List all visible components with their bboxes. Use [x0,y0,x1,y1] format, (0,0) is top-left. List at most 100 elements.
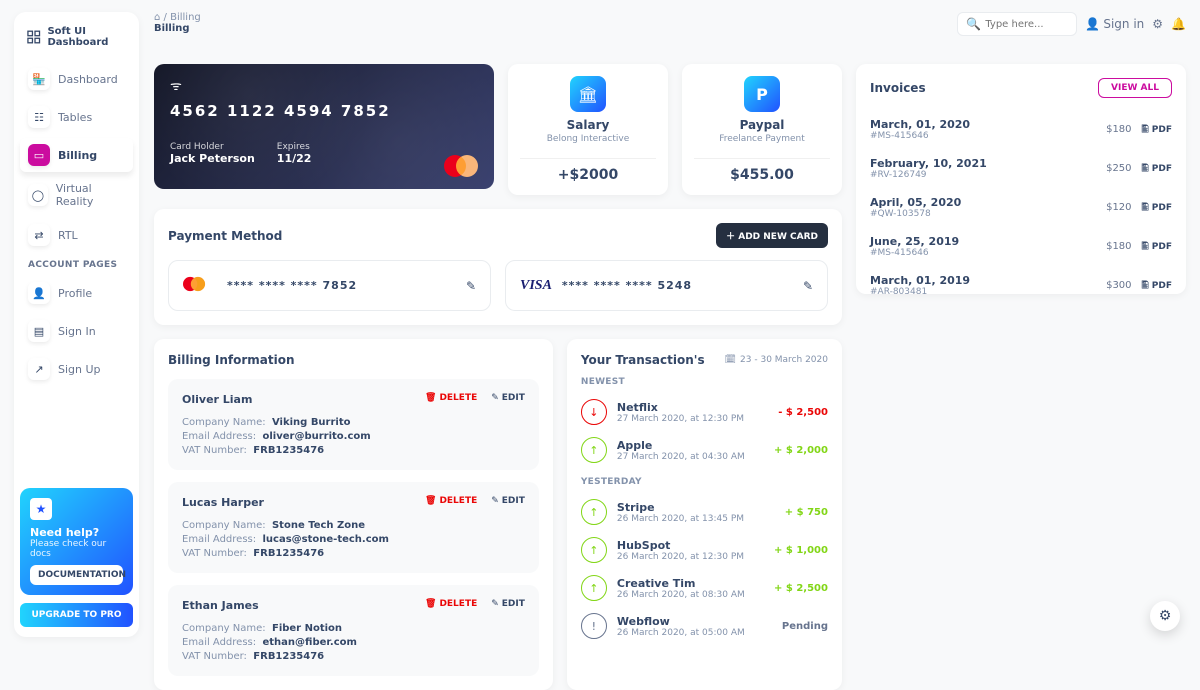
nav-heading-account: ACCOUNT PAGES [20,252,133,272]
transaction-amount: + $ 2,000 [774,445,828,456]
view-all-button[interactable]: VIEW ALL [1098,78,1172,98]
nav-account: 👤 Profile ▤ Sign In ↗ Sign Up [20,276,133,386]
pencil-icon: ✎ [491,496,499,506]
topbar: ⌂ / Billing Billing 🔍 👤 Sign in ⚙ 🔔 [154,12,1186,52]
invoice-row: March, 01, 2019 #AR-803481 $300 🖺 PDF [870,266,1172,305]
delete-button[interactable]: 🗑 DELETE [425,496,477,506]
exclamation-icon: ! [581,613,607,639]
delete-button[interactable]: 🗑 DELETE [425,599,477,609]
sidebar-item-dashboard[interactable]: 🏪 Dashboard [20,62,133,96]
invoice-date: March, 01, 2020 [870,118,970,131]
nav-label: RTL [58,229,78,242]
sidebar-item-profile[interactable]: 👤 Profile [20,276,133,310]
topbar-right: 🔍 👤 Sign in ⚙ 🔔 [957,12,1186,36]
card-expires: 11/22 [277,152,312,165]
help-sub: Please check our docs [30,539,123,559]
billing-vat: VAT Number: FRB1235476 [182,651,525,662]
calendar-icon: 🗓 [725,355,736,365]
pdf-icon: 🖺 [1142,278,1149,294]
card-masked: **** **** **** 5248 [562,279,692,292]
paypal-title: Paypal [740,118,785,132]
edit-button[interactable]: ✎ EDIT [491,393,525,403]
brand[interactable]: Soft UI Dashboard [20,22,133,58]
invoice-amount: $120 [1106,202,1131,213]
billing-info-item: Lucas Harper 🗑 DELETE ✎ EDIT Company Nam… [168,482,539,573]
billing-info-title: Billing Information [168,353,539,367]
trash-icon: 🗑 [425,599,436,609]
home-icon[interactable]: ⌂ [154,12,160,23]
invoice-pdf-link[interactable]: 🖺 PDF [1142,200,1172,216]
document-icon: ▤ [28,320,50,342]
pencil-icon: ✎ [491,599,499,609]
billing-vat: VAT Number: FRB1235476 [182,548,525,559]
salary-amount: +$2000 [520,158,656,183]
documentation-button[interactable]: DOCUMENTATION [30,565,123,585]
edit-button[interactable]: ✎ EDIT [491,496,525,506]
transaction-row: ↑ Apple 27 March 2020, at 04:30 AM + $ 2… [581,431,828,469]
settings-fab[interactable]: ⚙ [1150,601,1180,631]
mastercard-icon [444,155,478,177]
transactions-panel: Your Transaction's 🗓 23 - 30 March 2020 … [567,339,842,690]
arrow-up-icon: ↑ [581,575,607,601]
nav-label: Sign Up [58,363,101,376]
edit-card-icon[interactable]: ✎ [466,279,476,293]
rtl-icon: ⇄ [28,224,50,246]
nav-label: Billing [58,149,97,162]
invoice-date: March, 01, 2019 [870,274,970,287]
search-input[interactable] [985,19,1068,30]
sidebar-item-rtl[interactable]: ⇄ RTL [20,218,133,252]
payment-card-visa: VISA **** **** **** 5248 ✎ [505,260,828,311]
invoice-pdf-link[interactable]: 🖺 PDF [1142,278,1172,294]
transaction-when: 26 March 2020, at 08:30 AM [617,590,764,600]
settings-icon[interactable]: ⚙ [1152,17,1163,31]
invoices-title: Invoices [870,81,926,95]
bell-icon[interactable]: 🔔 [1171,17,1186,31]
breadcrumb: ⌂ / Billing Billing [154,12,201,34]
invoice-id: #RV-126749 [870,170,987,180]
sidebar-item-signin[interactable]: ▤ Sign In [20,314,133,348]
sidebar-item-billing[interactable]: ▭ Billing [20,138,133,172]
credit-card-icon: ▭ [28,144,50,166]
invoices-panel: Invoices VIEW ALL March, 01, 2020 #MS-41… [856,64,1186,294]
mastercard-icon [183,273,217,298]
transaction-row: ↑ HubSpot 26 March 2020, at 12:30 PM + $… [581,531,828,569]
edit-button[interactable]: ✎ EDIT [491,599,525,609]
page-title: Billing [154,23,201,34]
pencil-icon: ✎ [491,393,499,403]
transaction-name: Webflow [617,615,772,628]
add-new-card-button[interactable]: ＋ ADD NEW CARD [716,223,828,248]
pdf-icon: 🖺 [1142,239,1149,255]
invoice-id: #AR-803481 [870,287,970,297]
transaction-row: ↓ Netflix 27 March 2020, at 12:30 PM - $… [581,393,828,431]
nav-main: 🏪 Dashboard ☷ Tables ▭ Billing ◯ Virtual… [20,62,133,252]
transactions-title: Your Transaction's [581,353,705,367]
invoice-id: #QW-103578 [870,209,961,219]
sidebar-item-vr[interactable]: ◯ Virtual Reality [20,176,133,214]
transaction-row: ↑ Stripe 26 March 2020, at 13:45 PM + $ … [581,493,828,531]
edit-card-icon[interactable]: ✎ [803,279,813,293]
transaction-name: Netflix [617,401,768,414]
billing-name: Oliver Liam [182,393,252,406]
signin-link[interactable]: 👤 Sign in [1085,17,1144,31]
store-icon: 🏪 [28,68,50,90]
invoice-date: June, 25, 2019 [870,235,959,248]
pdf-icon: 🖺 [1142,122,1149,138]
vr-icon: ◯ [28,184,48,206]
invoice-row: March, 01, 2020 #MS-415646 $180 🖺 PDF [870,110,1172,149]
billing-company: Company Name: Fiber Notion [182,623,525,634]
invoice-pdf-link[interactable]: 🖺 PDF [1142,161,1172,177]
invoice-pdf-link[interactable]: 🖺 PDF [1142,239,1172,255]
pdf-icon: 🖺 [1142,200,1149,216]
nav-label: Sign In [58,325,96,338]
delete-button[interactable]: 🗑 DELETE [425,393,477,403]
sidebar-item-signup[interactable]: ↗ Sign Up [20,352,133,386]
sidebar-item-tables[interactable]: ☷ Tables [20,100,133,134]
invoice-pdf-link[interactable]: 🖺 PDF [1142,122,1172,138]
invoice-date: April, 05, 2020 [870,196,961,209]
invoice-amount: $180 [1106,124,1131,135]
search-box[interactable]: 🔍 [957,12,1077,36]
upgrade-button[interactable]: UPGRADE TO PRO [20,603,133,627]
brand-title: Soft UI Dashboard [47,26,127,48]
billing-email: Email Address: lucas@stone-tech.com [182,534,525,545]
billing-info-panel: Billing Information Oliver Liam 🗑 DELETE… [154,339,553,690]
